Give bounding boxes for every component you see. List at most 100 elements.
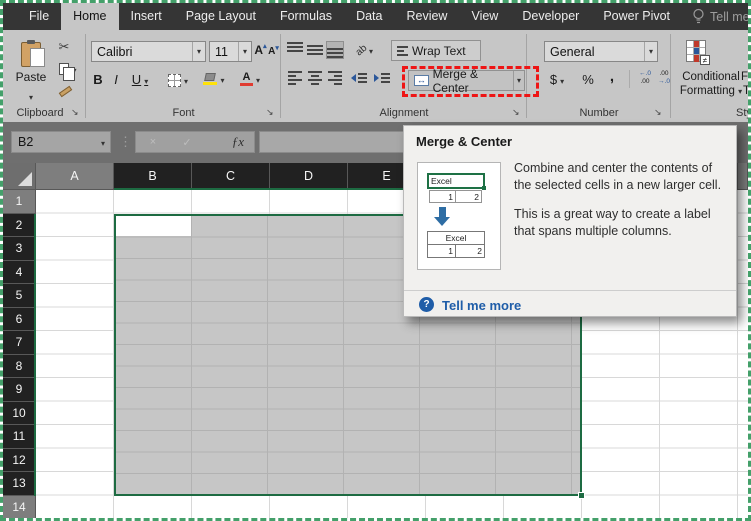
percent-style-button[interactable]: % — [579, 69, 597, 89]
row-header-9[interactable]: 9 — [3, 378, 36, 402]
tab-home[interactable]: Home — [61, 3, 118, 30]
borders-button[interactable] — [163, 71, 193, 89]
increase-indent-button[interactable] — [372, 69, 392, 87]
row-header-13[interactable]: 13 — [3, 472, 36, 496]
merge-center-button[interactable]: Merge & Center — [408, 70, 525, 91]
grow-font-icon: A — [254, 43, 263, 57]
italic-button[interactable]: I — [110, 69, 122, 89]
conditional-formatting-button[interactable]: ≠ — [681, 37, 711, 65]
tab-review[interactable]: Review — [394, 3, 459, 30]
column-header-a[interactable]: A — [36, 163, 114, 190]
increase-decimal-icon: ←.0 — [639, 70, 651, 78]
number-dialog-launcher[interactable]: ↘ — [654, 108, 664, 118]
tell-me-label: Tell me w — [710, 10, 748, 24]
column-header-d[interactable]: D — [270, 163, 348, 190]
merge-center-caret-icon[interactable] — [513, 71, 524, 90]
group-separator — [280, 34, 281, 118]
row-header-3[interactable]: 3 — [3, 237, 36, 261]
bold-button[interactable]: B — [91, 69, 105, 89]
insert-function-icon[interactable]: ƒx — [232, 134, 254, 150]
increase-decimal-button[interactable]: ←.0 .00 — [636, 68, 654, 88]
conditional-formatting-label-2[interactable]: Formatting — [672, 85, 750, 97]
active-cell-b2[interactable] — [116, 216, 191, 237]
row-header-14[interactable]: 14 — [3, 496, 36, 520]
increase-font-size-button[interactable]: A▴ — [254, 41, 267, 59]
comma-style-button[interactable]: , — [605, 66, 619, 86]
cut-icon: ✂ — [59, 39, 70, 55]
clipboard-dialog-launcher[interactable]: ↘ — [71, 108, 81, 118]
decrease-indent-button[interactable] — [349, 69, 369, 87]
tell-me-box[interactable]: Tell me w — [692, 3, 748, 30]
row-header-6[interactable]: 6 — [3, 308, 36, 332]
font-dialog-launcher[interactable]: ↘ — [266, 108, 276, 118]
decrease-font-size-button[interactable]: A▾ — [267, 43, 280, 59]
column-header-b[interactable]: B — [114, 163, 192, 190]
tab-page-layout[interactable]: Page Layout — [174, 3, 268, 30]
orientation-button[interactable]: ab — [351, 41, 378, 59]
bold-icon: B — [93, 72, 102, 87]
row-header-4[interactable]: 4 — [3, 261, 36, 285]
row-header-7[interactable]: 7 — [3, 331, 36, 355]
format-as-table-label-truncated-2: T — [743, 85, 750, 97]
copy-icon — [59, 63, 69, 75]
tab-formulas[interactable]: Formulas — [268, 3, 344, 30]
cancel-icon[interactable]: × — [136, 136, 170, 148]
number-format-caret-icon — [644, 42, 657, 61]
merge-illustration: Excel 12 Excel 12 — [417, 162, 501, 270]
select-all-button[interactable] — [3, 163, 36, 190]
align-right-button[interactable] — [326, 69, 344, 87]
row-header-11[interactable]: 11 — [3, 425, 36, 449]
align-bottom-button[interactable] — [326, 41, 344, 59]
cut-button[interactable]: ✂ — [55, 39, 73, 55]
column-header-partial[interactable] — [738, 163, 748, 190]
row-header-1[interactable]: 1 — [3, 190, 36, 214]
borders-icon — [168, 74, 181, 87]
align-center-button[interactable] — [306, 69, 324, 87]
fill-handle[interactable] — [578, 492, 585, 499]
format-painter-button[interactable] — [55, 84, 75, 98]
conditional-formatting-label-1[interactable]: Conditional — [672, 71, 750, 83]
merge-center-tooltip: Merge & Center Excel 12 Excel 12 Combine… — [403, 125, 737, 317]
fill-color-button[interactable] — [199, 69, 229, 89]
align-top-button[interactable] — [286, 41, 304, 59]
align-middle-button[interactable] — [306, 41, 324, 59]
tab-power-pivot[interactable]: Power Pivot — [591, 3, 682, 30]
paste-label: Paste — [16, 70, 47, 84]
orientation-caret-icon — [369, 41, 373, 59]
format-as-table-label-truncated[interactable]: Fo — [741, 71, 751, 83]
underline-button[interactable]: U — [126, 69, 154, 89]
row-header-8[interactable]: 8 — [3, 355, 36, 379]
accounting-format-button[interactable]: $ — [545, 69, 569, 89]
ribbon-tab-bar: FileHomeInsertPage LayoutFormulasDataRev… — [3, 3, 748, 30]
decrease-decimal-button[interactable]: .00 →.0 — [655, 68, 673, 88]
wrap-text-button[interactable]: Wrap Text — [391, 40, 481, 61]
tab-view[interactable]: View — [459, 3, 510, 30]
font-size-combo[interactable]: 11 — [209, 41, 252, 62]
paste-icon — [21, 42, 41, 67]
fill-color-icon — [203, 73, 217, 85]
tab-data[interactable]: Data — [344, 3, 394, 30]
row-header-12[interactable]: 12 — [3, 449, 36, 473]
font-size-value: 11 — [215, 45, 228, 59]
row-header-2[interactable]: 2 — [3, 214, 36, 238]
tab-file[interactable]: File — [17, 3, 61, 30]
tell-me-more-link[interactable]: Tell me more — [442, 298, 521, 313]
font-name-combo[interactable]: Calibri — [91, 41, 206, 62]
row-header-10[interactable]: 10 — [3, 402, 36, 426]
font-color-button[interactable]: A — [235, 69, 265, 89]
down-arrow-icon — [434, 207, 450, 226]
conditional-formatting-caret-icon — [738, 85, 742, 97]
row-header-5[interactable]: 5 — [3, 284, 36, 308]
number-format-combo[interactable]: General — [544, 41, 658, 62]
copy-button[interactable] — [55, 60, 81, 78]
column-header-c[interactable]: C — [192, 163, 270, 190]
tab-developer[interactable]: Developer — [510, 3, 591, 30]
enter-icon[interactable]: ✓ — [170, 136, 204, 149]
paste-button[interactable]: Paste — [9, 36, 53, 110]
name-box[interactable]: B2 — [11, 131, 111, 153]
formula-bar-grip-icon[interactable]: ⋮ — [119, 134, 132, 150]
alignment-dialog-launcher[interactable]: ↘ — [512, 108, 522, 118]
align-left-button[interactable] — [286, 69, 304, 87]
clipboard-group-label: Clipboard — [3, 107, 77, 119]
tab-insert[interactable]: Insert — [119, 3, 174, 30]
